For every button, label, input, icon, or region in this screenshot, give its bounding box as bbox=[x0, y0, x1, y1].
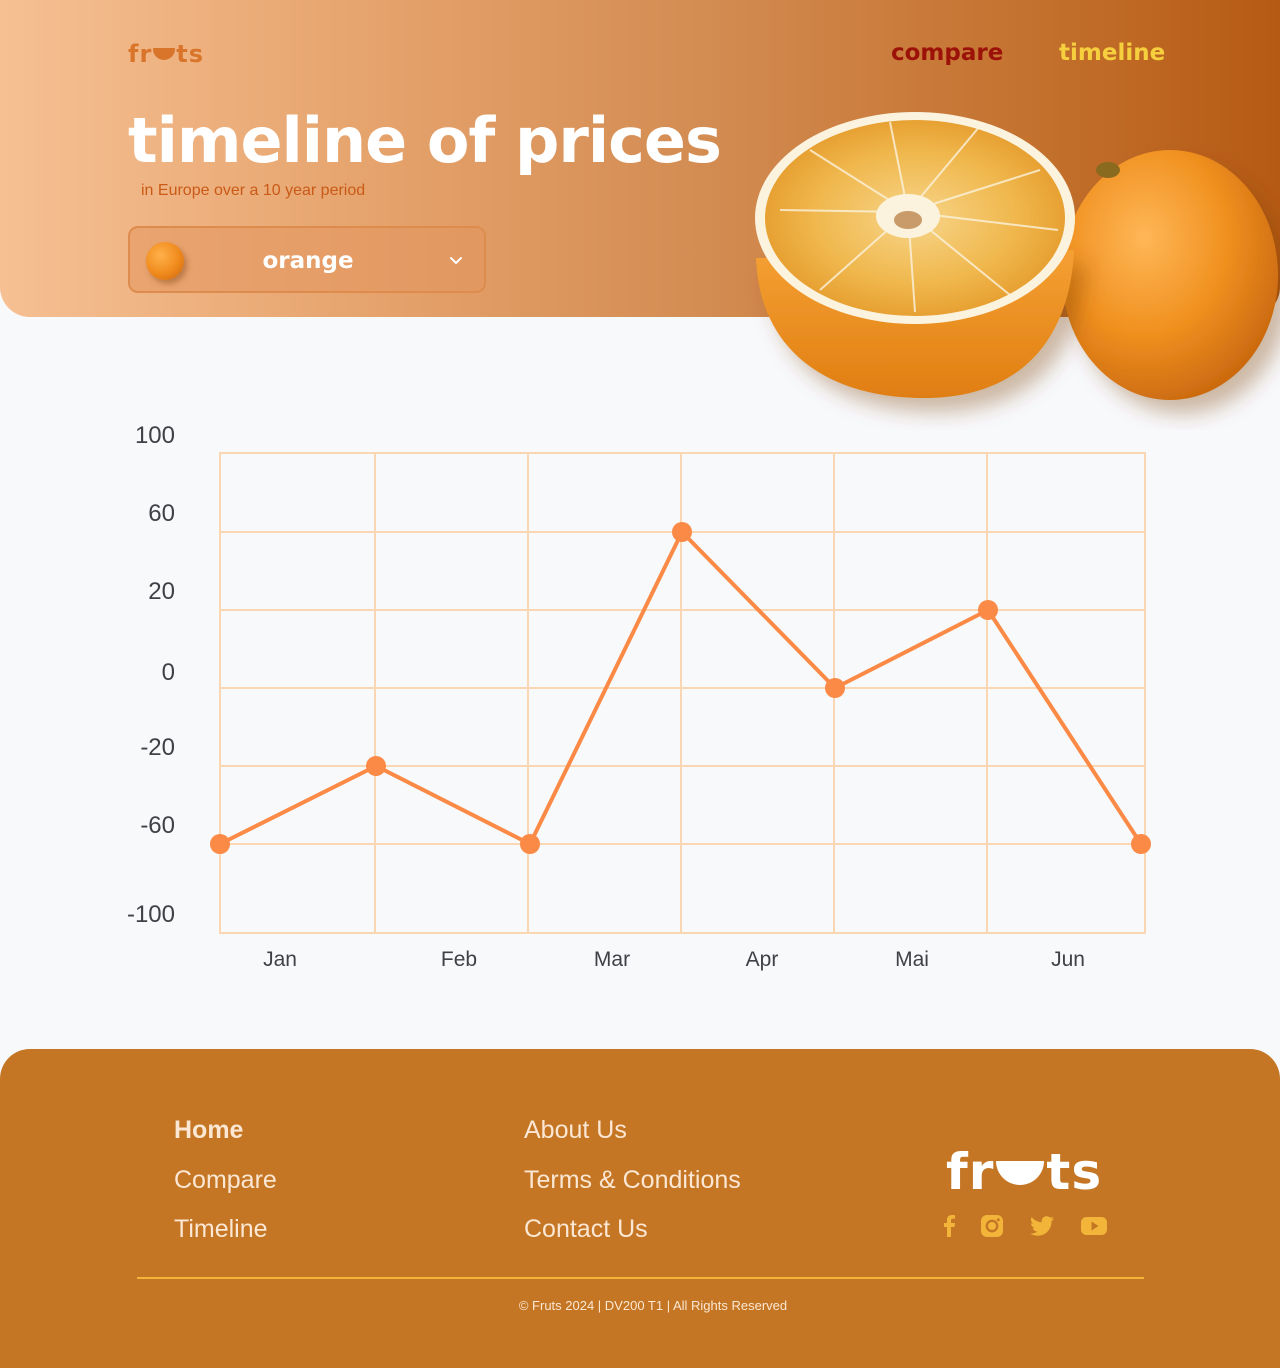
x-tick-label: Feb bbox=[441, 948, 477, 971]
price-point[interactable] bbox=[825, 678, 845, 698]
nav-compare-link[interactable]: compare bbox=[891, 40, 1003, 66]
oranges-illustration bbox=[755, 112, 1278, 400]
price-point[interactable] bbox=[978, 600, 998, 620]
footer-logo-bite-icon bbox=[996, 1161, 1045, 1185]
x-tick-label: Mar bbox=[594, 948, 630, 971]
page-subtitle: in Europe over a 10 year period bbox=[141, 182, 366, 199]
footer-link-about[interactable]: About Us bbox=[524, 1116, 627, 1145]
twitter-icon[interactable] bbox=[1028, 1212, 1056, 1240]
x-tick-label: Apr bbox=[746, 948, 779, 971]
y-tick-label: 60 bbox=[148, 500, 175, 527]
copyright-text: © Fruts 2024 | DV200 T1 | All Rights Res… bbox=[518, 1298, 788, 1313]
fruit-select-value: orange bbox=[262, 248, 354, 274]
x-tick-label: Mai bbox=[895, 948, 929, 971]
logo-text-start: fr bbox=[128, 40, 153, 68]
chart-x-axis: Jan Feb Mar Apr Mai Jun bbox=[263, 948, 1085, 971]
chevron-down-icon bbox=[450, 257, 462, 264]
footer-divider bbox=[137, 1277, 1144, 1279]
price-point[interactable] bbox=[366, 756, 386, 776]
nav-timeline-link[interactable]: timeline bbox=[1059, 40, 1165, 66]
price-point[interactable] bbox=[520, 834, 540, 854]
footer-link-home[interactable]: Home bbox=[174, 1116, 243, 1145]
price-point[interactable] bbox=[672, 522, 692, 542]
instagram-icon[interactable] bbox=[978, 1212, 1006, 1240]
footer bbox=[0, 1049, 1280, 1368]
header-logo[interactable]: fr ts bbox=[128, 40, 204, 68]
footer-link-contact[interactable]: Contact Us bbox=[524, 1215, 648, 1244]
footer-link-compare[interactable]: Compare bbox=[174, 1166, 277, 1195]
youtube-icon[interactable] bbox=[1080, 1212, 1108, 1240]
logo-bite-icon bbox=[153, 48, 176, 60]
y-tick-label: 0 bbox=[162, 659, 175, 686]
facebook-icon[interactable] bbox=[936, 1212, 964, 1240]
y-tick-label: -20 bbox=[140, 734, 175, 761]
chart-y-axis: 100 60 20 0 -20 -60 -100 bbox=[127, 422, 175, 928]
footer-link-terms[interactable]: Terms & Conditions bbox=[524, 1166, 741, 1195]
y-tick-label: 20 bbox=[148, 578, 175, 605]
x-tick-label: Jun bbox=[1051, 948, 1085, 971]
footer-link-timeline[interactable]: Timeline bbox=[174, 1215, 268, 1244]
footer-logo-text-end: ts bbox=[1046, 1143, 1103, 1201]
logo-text-end: ts bbox=[176, 40, 205, 68]
y-tick-label: -100 bbox=[127, 901, 175, 928]
y-tick-label: -60 bbox=[140, 812, 175, 839]
y-tick-label: 100 bbox=[135, 422, 175, 449]
price-point[interactable] bbox=[1131, 834, 1151, 854]
page-title: timeline of prices bbox=[128, 104, 722, 177]
x-tick-label: Jan bbox=[263, 948, 297, 971]
footer-logo-text-start: fr bbox=[946, 1143, 995, 1201]
footer-logo[interactable]: fr ts bbox=[946, 1143, 1102, 1201]
price-timeline-chart: 100 60 20 0 -20 -60 -100 Jan Feb Mar Apr Mai Jun bbox=[127, 422, 1151, 971]
price-point[interactable] bbox=[210, 834, 230, 854]
fruit-select-dropdown[interactable]: orange bbox=[128, 226, 486, 293]
